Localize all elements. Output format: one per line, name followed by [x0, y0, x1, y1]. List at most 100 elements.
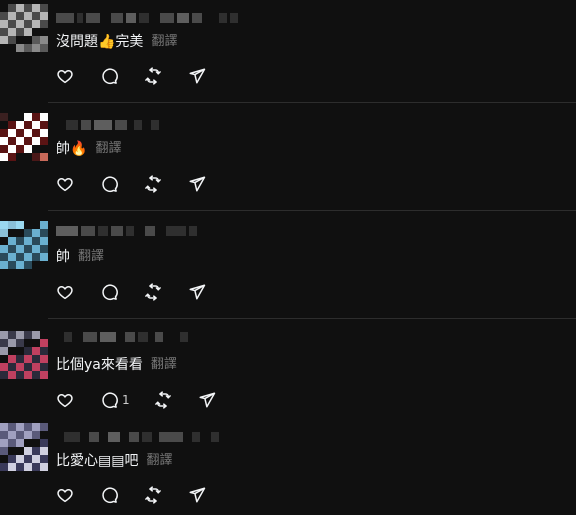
avatar-pixel [40, 355, 48, 363]
like-button[interactable] [56, 485, 100, 505]
avatar-pixel [0, 347, 8, 355]
share-button[interactable] [188, 66, 232, 86]
avatar-pixel [32, 363, 40, 371]
repost-icon [144, 175, 162, 193]
username[interactable] [56, 429, 219, 445]
avatar-pixel [0, 129, 8, 137]
avatar-pixel [40, 439, 48, 447]
avatar-pixel [0, 463, 8, 471]
reply-button[interactable]: 1 [100, 390, 154, 410]
avatar-pixel [40, 12, 48, 20]
like-button[interactable] [56, 66, 100, 86]
comment-icon [100, 391, 118, 409]
repost-button[interactable] [144, 282, 188, 302]
avatar[interactable] [0, 113, 48, 161]
avatar-pixel [40, 237, 48, 245]
avatar-pixel [24, 12, 32, 20]
avatar-pixel [40, 4, 48, 12]
avatar-pixel [0, 261, 8, 269]
reply-button[interactable] [100, 66, 144, 86]
comment-item: 比個ya來看看 翻譯 1 [0, 319, 576, 419]
avatar-pixel [24, 229, 32, 237]
avatar-pixel [40, 113, 48, 121]
avatar-pixel [8, 431, 16, 439]
avatar-pixel [16, 28, 24, 36]
avatar-pixel [32, 113, 40, 121]
avatar-pixel [32, 431, 40, 439]
avatar-pixel [40, 463, 48, 471]
avatar-pixel [0, 363, 8, 371]
translate-link[interactable]: 翻譯 [151, 355, 177, 375]
avatar-pixel [32, 253, 40, 261]
avatar-pixel [24, 44, 32, 52]
avatar-pixel [16, 463, 24, 471]
repost-button[interactable] [144, 174, 188, 194]
heart-icon [56, 175, 74, 193]
avatar-pixel [24, 153, 32, 161]
username[interactable] [56, 10, 238, 26]
avatar-pixel [32, 129, 40, 137]
translate-link[interactable]: 翻譯 [95, 139, 121, 159]
action-bar [56, 485, 232, 505]
avatar-pixel [32, 153, 40, 161]
avatar-pixel [32, 245, 40, 253]
avatar-pixel [40, 423, 48, 431]
share-button[interactable] [188, 282, 232, 302]
share-button[interactable] [198, 390, 242, 410]
like-button[interactable] [56, 282, 100, 302]
share-button[interactable] [188, 485, 232, 505]
avatar-pixel [16, 447, 24, 455]
avatar-pixel [0, 423, 8, 431]
repost-button[interactable] [154, 390, 198, 410]
reply-button[interactable] [100, 282, 144, 302]
avatar-pixel [0, 12, 8, 20]
reply-button[interactable] [100, 174, 144, 194]
share-button[interactable] [188, 174, 232, 194]
avatar-pixel [8, 253, 16, 261]
translate-link[interactable]: 翻譯 [151, 32, 177, 52]
avatar[interactable] [0, 221, 48, 269]
avatar-pixel [24, 129, 32, 137]
avatar-pixel [40, 261, 48, 269]
reply-button[interactable] [100, 485, 144, 505]
username[interactable] [56, 329, 188, 345]
avatar-pixel [0, 439, 8, 447]
repost-icon [144, 486, 162, 504]
avatar-pixel [24, 331, 32, 339]
avatar-pixel [24, 121, 32, 129]
avatar-pixel [16, 12, 24, 20]
username[interactable] [56, 117, 159, 133]
avatar-pixel [0, 36, 8, 44]
avatar-pixel [32, 12, 40, 20]
username[interactable] [56, 223, 197, 239]
avatar-pixel [16, 145, 24, 153]
avatar[interactable] [0, 423, 48, 471]
avatar-pixel [40, 431, 48, 439]
avatar-pixel [0, 253, 8, 261]
like-button[interactable] [56, 174, 100, 194]
like-button[interactable] [56, 390, 100, 410]
avatar-pixel [40, 129, 48, 137]
avatar-pixel [32, 20, 40, 28]
avatar-pixel [32, 463, 40, 471]
avatar-pixel [0, 20, 8, 28]
avatar-pixel [0, 113, 8, 121]
avatar-pixel [24, 145, 32, 153]
repost-button[interactable] [144, 66, 188, 86]
translate-link[interactable]: 翻譯 [78, 247, 104, 267]
avatar-pixel [16, 261, 24, 269]
avatar[interactable] [0, 4, 48, 52]
repost-button[interactable] [144, 485, 188, 505]
avatar-pixel [24, 36, 32, 44]
avatar-pixel [24, 20, 32, 28]
avatar-pixel [16, 331, 24, 339]
avatar-pixel [8, 439, 16, 447]
avatar-pixel [32, 355, 40, 363]
avatar-pixel [40, 455, 48, 463]
avatar[interactable] [0, 331, 48, 379]
avatar-pixel [24, 237, 32, 245]
translate-link[interactable]: 翻譯 [146, 451, 172, 471]
heart-icon [56, 283, 74, 301]
avatar-pixel [32, 121, 40, 129]
avatar-pixel [8, 229, 16, 237]
